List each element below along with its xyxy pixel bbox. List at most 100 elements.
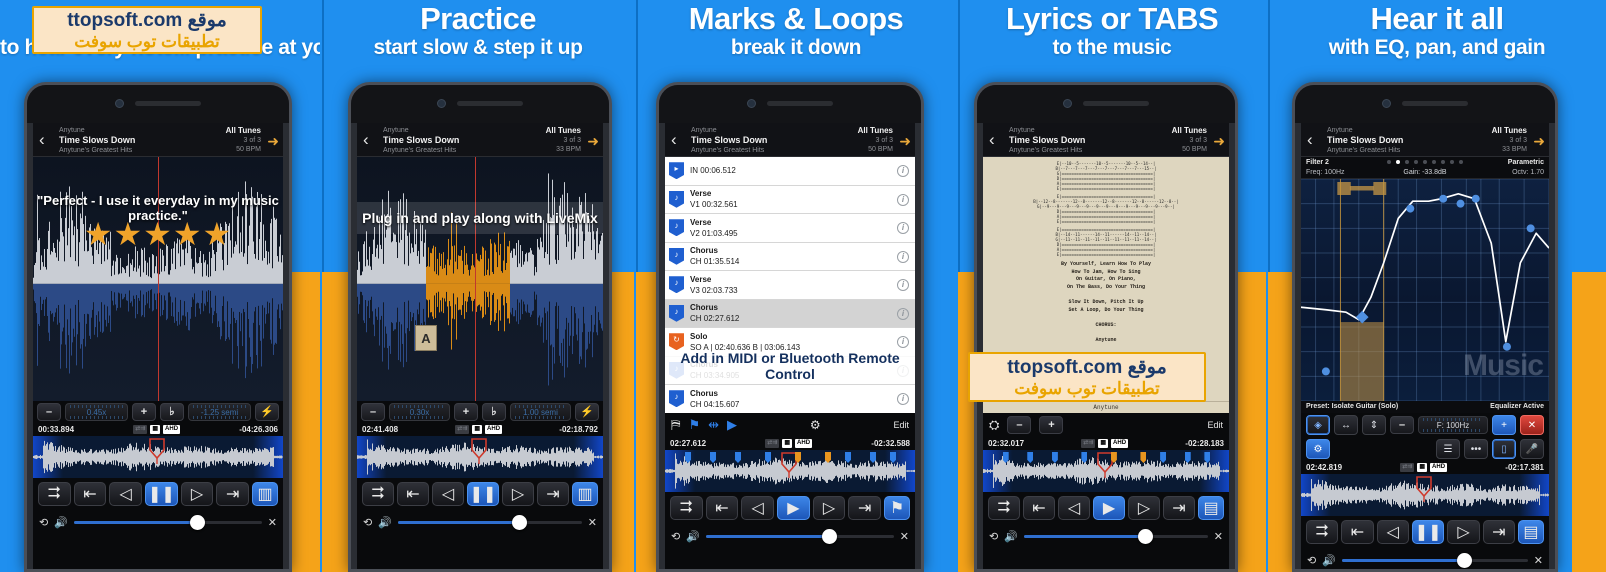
mark-set-button[interactable]: ⮆	[670, 496, 703, 520]
play-mark-icon[interactable]: ▶	[727, 417, 737, 433]
font-decrease-button[interactable]: –	[1007, 416, 1032, 434]
equalizer-graph[interactable]: Music	[1301, 179, 1549, 401]
loop-start-button[interactable]: ⇤	[1341, 520, 1374, 544]
next-button[interactable]: ▷	[1128, 496, 1160, 520]
edit-button[interactable]: Edit	[1207, 420, 1223, 430]
flat-icon[interactable]: ♭	[482, 403, 506, 421]
anytune-hd-badge[interactable]: AHD	[1430, 463, 1448, 472]
play-button[interactable]: ▶	[777, 496, 810, 520]
nav-library-label[interactable]: All Tunes	[1492, 126, 1527, 136]
nav-library-label[interactable]: All Tunes	[858, 126, 893, 136]
previous-button[interactable]: ◁	[432, 482, 464, 506]
filter-dot-5[interactable]	[1423, 160, 1427, 164]
nav-library-label[interactable]: All Tunes	[226, 126, 261, 136]
flat-icon[interactable]: ♭	[160, 403, 184, 421]
info-icon[interactable]: i	[897, 307, 909, 320]
tempo-increase-button[interactable]: +	[132, 403, 156, 421]
freq-increase-button[interactable]: +	[1492, 415, 1516, 435]
loop-toggle-icon[interactable]: ⟲	[39, 516, 48, 529]
loop-end-button[interactable]: ⇥	[1163, 496, 1195, 520]
mark-flag-blue-icon[interactable]: ⚑	[688, 417, 700, 433]
loop-badge-icon[interactable]: ⇄⇉	[1081, 439, 1096, 448]
pause-button[interactable]: ❚❚	[1411, 520, 1445, 544]
previous-button[interactable]: ◁	[109, 482, 143, 506]
next-button[interactable]: ▷	[812, 496, 846, 520]
mini-waveform[interactable]	[983, 450, 1229, 492]
pause-button[interactable]: ❚❚	[145, 482, 178, 506]
microphone-icon[interactable]: 🎤	[1520, 439, 1544, 459]
shuffle-icon[interactable]: ✕	[1534, 554, 1543, 567]
loop-start-button[interactable]: ⇤	[705, 496, 739, 520]
mini-waveform[interactable]	[1301, 474, 1549, 516]
metronome-icon[interactable]: ▦	[1098, 439, 1109, 448]
info-icon[interactable]: i	[897, 222, 909, 234]
filter-move-icon[interactable]: ◈	[1306, 415, 1330, 435]
edit-button[interactable]: Edit	[893, 420, 909, 430]
metronome-icon[interactable]: ▦	[1417, 463, 1428, 472]
playhead-marker-icon[interactable]	[470, 438, 488, 464]
next-button[interactable]: ▷	[1447, 520, 1480, 544]
sort-settings-icon[interactable]: ⚙	[810, 418, 821, 432]
loop-badge-icon[interactable]: ⇄⇉	[455, 425, 470, 434]
pitch-bolt-icon[interactable]: ⚡	[255, 403, 279, 421]
next-button[interactable]: ▷	[180, 482, 214, 506]
pitch-value-field[interactable]: -1.25 semi	[188, 403, 251, 421]
next-button[interactable]: ▷	[502, 482, 534, 506]
volume-slider[interactable]	[1023, 528, 1208, 544]
loop-badge-icon[interactable]: ⇄⇉	[133, 425, 148, 434]
filter-dot-9[interactable]	[1459, 160, 1463, 164]
loop-toggle-icon[interactable]: ⟲	[671, 530, 680, 543]
filter-dot-7[interactable]	[1441, 160, 1445, 164]
marks-toggle-button[interactable]: ⚑	[884, 496, 911, 520]
info-icon[interactable]: i	[897, 250, 909, 263]
volume-slider-knob[interactable]	[1137, 528, 1153, 544]
nav-library-label[interactable]: All Tunes	[1172, 126, 1207, 136]
loop-range-icon[interactable]: ⇹	[708, 417, 719, 433]
metronome-icon[interactable]: ▦	[472, 425, 483, 434]
waveform-toggle-button[interactable]: ▥	[252, 482, 279, 506]
nav-library-label[interactable]: All Tunes	[546, 126, 581, 136]
table-row[interactable]: ♪ Chorus CH 04:15.607 i	[665, 385, 915, 413]
volume-slider-knob[interactable]	[511, 514, 527, 530]
font-increase-button[interactable]: +	[1039, 416, 1064, 434]
anytune-hd-badge[interactable]: AHD	[795, 439, 813, 448]
filter-dot-1[interactable]	[1387, 160, 1391, 164]
forward-icon[interactable]: ➜	[899, 134, 911, 148]
mark-set-button[interactable]: ⮆	[1306, 520, 1339, 544]
loop-start-button[interactable]: ⇤	[1023, 496, 1055, 520]
back-icon[interactable]: ‹	[363, 131, 369, 148]
frequency-field[interactable]: F: 100Hz	[1418, 416, 1488, 434]
anytune-hd-badge[interactable]: AHD	[485, 425, 503, 434]
add-mark-icon[interactable]: ⛿	[671, 417, 680, 433]
tempo-decrease-button[interactable]: –	[361, 403, 385, 421]
mark-a-handle[interactable]: A	[415, 325, 437, 351]
tempo-decrease-button[interactable]: –	[37, 403, 61, 421]
table-row[interactable]: ▸ IN 00:06.512 i	[665, 157, 915, 186]
filter-dot-3[interactable]	[1405, 160, 1409, 164]
previous-button[interactable]: ◁	[1058, 496, 1090, 520]
eq-presets-icon[interactable]: •••	[1464, 439, 1488, 459]
volume-slider-knob[interactable]	[1457, 552, 1473, 568]
tempo-value-field[interactable]: 0.45x	[65, 403, 128, 421]
loop-start-button[interactable]: ⇤	[73, 482, 107, 506]
tempo-increase-button[interactable]: +	[454, 403, 478, 421]
filter-gain-icon[interactable]: ⇕	[1362, 415, 1386, 435]
lyrics-toggle-button[interactable]: ▤	[1198, 496, 1224, 520]
back-icon[interactable]: ‹	[989, 131, 995, 148]
playhead-marker-icon[interactable]	[148, 438, 166, 464]
filter-dot-8[interactable]	[1450, 160, 1454, 164]
shuffle-icon[interactable]: ✕	[900, 530, 909, 543]
freq-decrease-button[interactable]: –	[1390, 416, 1414, 434]
metronome-icon[interactable]: ▦	[782, 439, 793, 448]
marks-list[interactable]: ▸ IN 00:06.512 i ♪ Verse V1 00:32.561 i ♪ Verse V…	[665, 157, 915, 413]
loop-end-button[interactable]: ⇥	[537, 482, 569, 506]
info-icon[interactable]: i	[897, 193, 909, 206]
pitch-value-field[interactable]: 1.00 semi	[510, 403, 571, 421]
info-icon[interactable]: i	[897, 336, 909, 348]
mark-set-button[interactable]: ⮆	[362, 482, 394, 506]
loop-toggle-icon[interactable]: ⟲	[989, 530, 998, 543]
loop-badge-icon[interactable]: ⇄⇉	[1400, 463, 1415, 472]
volume-slider[interactable]	[705, 528, 894, 544]
info-icon[interactable]: i	[897, 165, 909, 177]
loop-badge-icon[interactable]: ⇄⇉	[765, 439, 780, 448]
